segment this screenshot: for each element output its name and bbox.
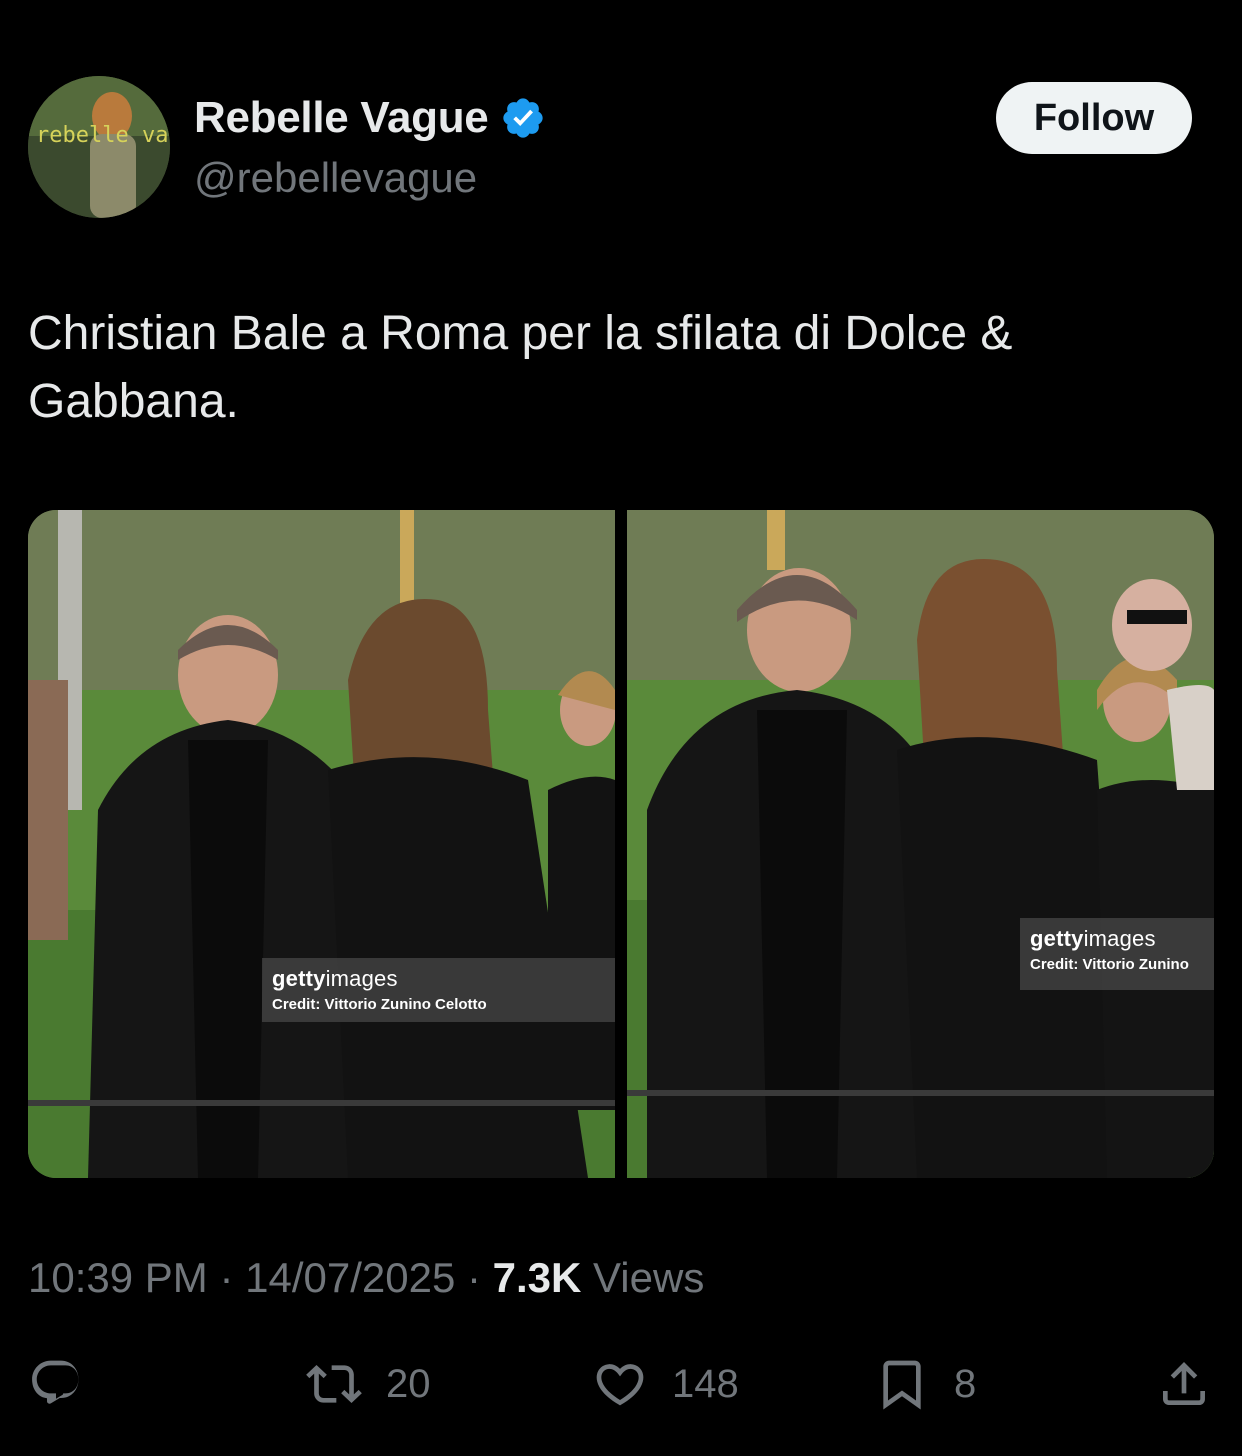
bookmark-count: 8 <box>954 1361 977 1406</box>
media-grid: gettyimages Credit: Vittorio Zunino Celo… <box>28 510 1214 1178</box>
tweet-header: rebelle vague Rebelle Vague @rebellevagu… <box>0 0 1242 240</box>
watermark-brand: gettyimages <box>1030 926 1204 952</box>
avatar[interactable]: rebelle vague <box>28 76 170 218</box>
retweet-icon <box>306 1365 362 1403</box>
like-button[interactable]: 148 <box>592 1344 739 1424</box>
bookmark-icon <box>883 1360 921 1410</box>
reply-button[interactable] <box>28 1344 84 1424</box>
photo-2-image <box>627 510 1214 1178</box>
retweet-button[interactable]: 20 <box>306 1344 431 1424</box>
follow-button[interactable]: Follow <box>996 82 1192 154</box>
reply-icon <box>32 1360 79 1404</box>
tweet-time[interactable]: 10:39 PM <box>28 1254 208 1301</box>
share-button[interactable] <box>1156 1344 1212 1424</box>
watermark-brand-thin: images <box>325 966 398 991</box>
like-count: 148 <box>672 1361 739 1406</box>
watermark-1: gettyimages Credit: Vittorio Zunino Celo… <box>262 958 615 1022</box>
watermark-brand-bold: getty <box>272 966 326 991</box>
watermark-brand-bold: getty <box>1030 926 1084 951</box>
views-count[interactable]: 7.3K <box>493 1254 582 1301</box>
photo-credit: Credit: Vittorio Zunino <box>1030 956 1189 973</box>
photo-1-image <box>28 510 615 1178</box>
heart-icon <box>596 1364 644 1406</box>
views-label: Views <box>581 1254 705 1301</box>
verified-badge-icon <box>500 95 546 141</box>
photo-credit: Credit: Vittorio Zunino Celotto <box>272 996 487 1013</box>
watermark-brand: gettyimages <box>272 966 605 992</box>
bookmark-button[interactable]: 8 <box>874 1344 976 1424</box>
avatar-image: rebelle vague <box>28 76 170 218</box>
retweet-count: 20 <box>386 1361 431 1406</box>
meta-separator: · <box>207 1254 246 1301</box>
tweet-date[interactable]: 14/07/2025 <box>245 1254 455 1301</box>
meta-separator: · <box>455 1254 493 1301</box>
avatar-logo-text: rebelle vague <box>36 123 170 148</box>
share-icon <box>1163 1362 1205 1405</box>
display-name[interactable]: Rebelle Vague <box>194 93 489 143</box>
watermark-brand-thin: images <box>1083 926 1156 951</box>
author-handle[interactable]: @rebellevague <box>194 154 546 202</box>
author-names: Rebelle Vague @rebellevague <box>194 92 546 202</box>
tweet-text: Christian Bale a Roma per la sfilata di … <box>28 307 1013 428</box>
media-photo-1[interactable]: gettyimages Credit: Vittorio Zunino Celo… <box>28 510 615 1178</box>
media-photo-2[interactable]: gettyimages Credit: Vittorio Zunino <box>627 510 1214 1178</box>
display-name-row: Rebelle Vague <box>194 92 546 144</box>
tweet-meta: 10:39 PM · 14/07/2025 · 7.3K Views <box>28 1254 704 1302</box>
action-bar: 20 148 8 <box>0 1344 1242 1424</box>
watermark-2: gettyimages Credit: Vittorio Zunino <box>1020 918 1214 990</box>
